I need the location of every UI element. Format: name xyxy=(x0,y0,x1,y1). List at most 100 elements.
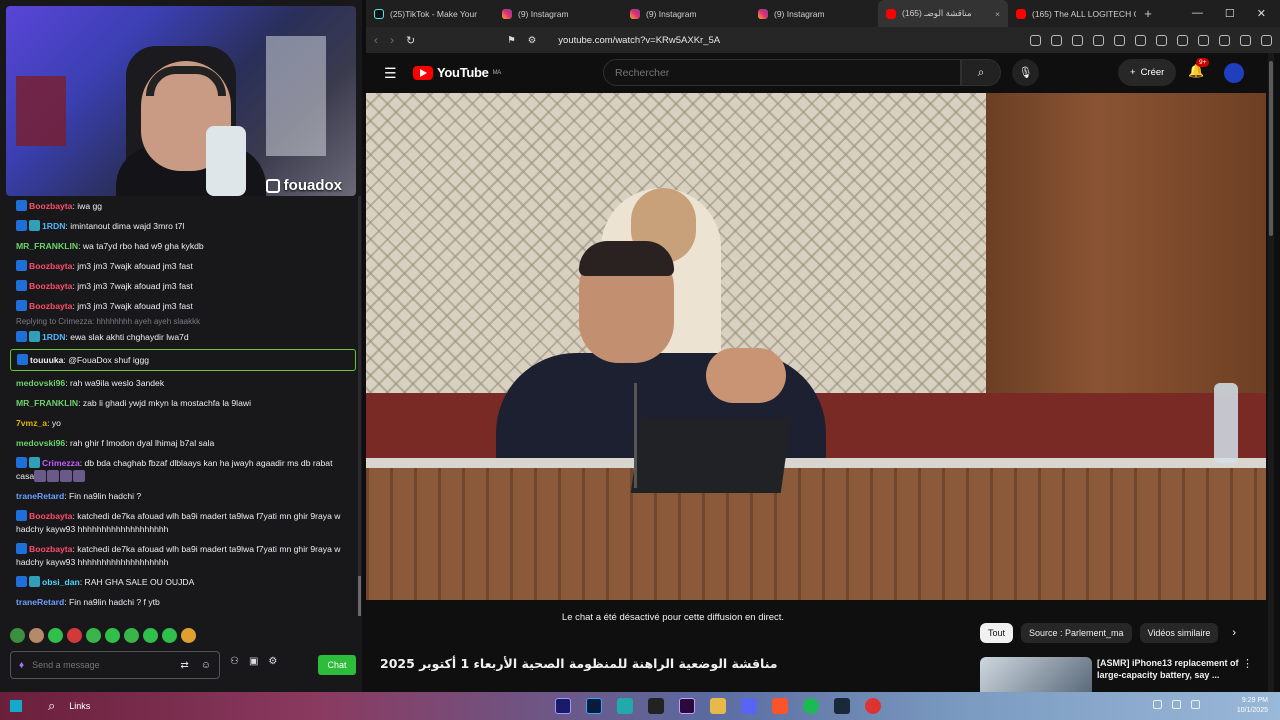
emote-icon[interactable] xyxy=(143,628,158,643)
create-button[interactable]: + Créer xyxy=(1118,59,1177,86)
prime-badge-icon[interactable] xyxy=(16,575,27,587)
video-player[interactable] xyxy=(366,93,1266,600)
more-options-icon[interactable]: ⋮ xyxy=(1242,657,1253,670)
steam-icon[interactable] xyxy=(834,698,850,714)
prime-badge-icon[interactable] xyxy=(16,219,27,231)
browser-tab[interactable]: (9) Instagram xyxy=(750,0,878,27)
extension-icon[interactable] xyxy=(1240,34,1251,46)
settings-icon[interactable]: ⚙ xyxy=(268,656,277,667)
points-icon[interactable]: ⚇ xyxy=(230,656,239,667)
emote-icon[interactable] xyxy=(162,628,177,643)
extension-icon[interactable] xyxy=(1156,34,1167,46)
prime-badge-icon[interactable] xyxy=(16,279,27,291)
recommended-title[interactable]: [ASMR] iPhone13 replacement of large-cap… xyxy=(1097,657,1239,681)
url-field[interactable]: youtube.com/watch?v=KRw5AXKr_5A xyxy=(558,35,720,46)
maximize-icon[interactable]: ☐ xyxy=(1225,7,1235,20)
translate-icon[interactable]: ⇄ xyxy=(180,660,188,671)
sub-badge-icon[interactable] xyxy=(29,219,40,231)
chat-username[interactable]: Boozbayta xyxy=(29,544,72,554)
brave-icon[interactable] xyxy=(772,698,788,714)
aftereffects-icon[interactable] xyxy=(679,698,695,714)
search-box[interactable] xyxy=(603,59,961,86)
chat-username[interactable]: traneRetard xyxy=(16,597,64,607)
search-input[interactable] xyxy=(615,66,915,79)
close-window-icon[interactable]: ✕ xyxy=(1257,7,1266,20)
emote-icon[interactable] xyxy=(67,628,82,643)
app-icon[interactable] xyxy=(865,698,881,714)
discord-icon[interactable] xyxy=(741,698,757,714)
emoji-icon[interactable]: ☺ xyxy=(201,660,211,671)
spotify-icon[interactable] xyxy=(803,698,819,714)
extension-icon[interactable] xyxy=(1030,34,1041,46)
chat-emote[interactable] xyxy=(60,469,73,482)
emote-icon[interactable] xyxy=(86,628,101,643)
avatar[interactable] xyxy=(1224,63,1244,83)
photoshop-icon[interactable] xyxy=(586,698,602,714)
app-icon[interactable] xyxy=(617,698,633,714)
prime-badge-icon[interactable] xyxy=(17,353,28,365)
site-info-icon[interactable]: ⚙ xyxy=(528,35,537,46)
chat-username[interactable]: 7vmz_a xyxy=(16,418,47,428)
chat-emote[interactable] xyxy=(73,469,86,482)
extension-icon[interactable] xyxy=(1261,34,1272,46)
reload-icon[interactable]: ↻ xyxy=(406,34,415,47)
chat-emote[interactable] xyxy=(47,469,60,482)
new-tab-icon[interactable]: + xyxy=(1136,6,1160,21)
page-scrollbar-thumb[interactable] xyxy=(1269,61,1273,236)
prime-badge-icon[interactable] xyxy=(16,330,27,342)
chat-username[interactable]: 1RDN xyxy=(42,221,65,231)
extension-icon[interactable] xyxy=(1198,34,1209,46)
bookmark-icon[interactable]: ⚑ xyxy=(507,35,516,46)
prime-badge-icon[interactable] xyxy=(16,199,27,211)
chat-username[interactable]: Boozbayta xyxy=(29,261,72,271)
emote-icon[interactable] xyxy=(105,628,120,643)
browser-tab[interactable]: (9) Instagram xyxy=(622,0,750,27)
back-icon[interactable]: ‹ xyxy=(374,33,378,47)
chevron-right-icon[interactable]: › xyxy=(1232,627,1236,639)
browser-tab[interactable]: (25)TikTok - Make Your xyxy=(366,0,494,27)
chat-input-box[interactable]: ♦ ⇄ ☺ xyxy=(10,651,220,679)
chat-username[interactable]: Boozbayta xyxy=(29,201,72,211)
prime-badge-icon[interactable] xyxy=(16,456,27,468)
extension-icon[interactable] xyxy=(1219,34,1230,46)
extension-icon[interactable] xyxy=(1114,34,1125,46)
chat-username[interactable]: Crimezza xyxy=(42,458,80,468)
sub-badge-icon[interactable] xyxy=(29,330,40,342)
chat-username[interactable]: MR_FRANKLIN xyxy=(16,398,78,408)
windows-start-icon[interactable] xyxy=(10,700,22,712)
close-icon[interactable]: × xyxy=(995,9,1000,19)
prime-badge-icon[interactable] xyxy=(16,509,27,521)
chat-username[interactable]: 1RDN xyxy=(42,332,65,342)
browser-tab[interactable]: مناقشة الوضـ (165) × xyxy=(878,0,1008,27)
emote-icon[interactable] xyxy=(10,628,25,643)
folder-icon[interactable] xyxy=(710,698,726,714)
chat-username[interactable]: Boozbayta xyxy=(29,511,72,521)
forward-icon[interactable]: › xyxy=(390,33,394,47)
chat-username[interactable]: traneRetard xyxy=(16,491,64,501)
voice-search-button[interactable]: 🎙 xyxy=(1012,59,1039,86)
page-scrollbar[interactable] xyxy=(1268,53,1274,692)
extension-icon[interactable] xyxy=(1051,34,1062,46)
links-toolbar[interactable]: Links xyxy=(69,701,90,711)
search-icon[interactable]: ⌕ xyxy=(48,698,55,714)
bits-icon[interactable]: ♦ xyxy=(19,660,24,671)
emote-icon[interactable] xyxy=(124,628,139,643)
recommended-video[interactable]: [ASMR] iPhone13 replacement of large-cap… xyxy=(980,657,1270,692)
chat-scrollbar[interactable] xyxy=(358,196,361,616)
chat-username[interactable]: touuuka xyxy=(30,355,63,365)
browser-tab[interactable]: (165) The ALL LOGITECH G xyxy=(1008,0,1136,27)
emote-icon[interactable] xyxy=(29,628,44,643)
chat-input[interactable] xyxy=(32,660,153,670)
clock[interactable]: 9:29 PM 10/1/2025 xyxy=(1237,696,1268,716)
chat-username[interactable]: medovski96 xyxy=(16,438,65,448)
chip-similar[interactable]: Vidéos similaire xyxy=(1139,623,1219,643)
menu-icon[interactable]: ☰ xyxy=(384,65,397,82)
notifications-button[interactable]: 🔔 9+ xyxy=(1188,58,1210,79)
youtube-logo[interactable]: YouTube MA xyxy=(413,65,501,80)
volume-icon[interactable] xyxy=(1191,700,1200,709)
chat-scrollbar-thumb[interactable] xyxy=(358,576,361,616)
prime-badge-icon[interactable] xyxy=(16,259,27,271)
extension-icon[interactable] xyxy=(1177,34,1188,46)
minimize-icon[interactable]: — xyxy=(1192,7,1203,20)
recommended-thumbnail[interactable] xyxy=(980,657,1092,692)
